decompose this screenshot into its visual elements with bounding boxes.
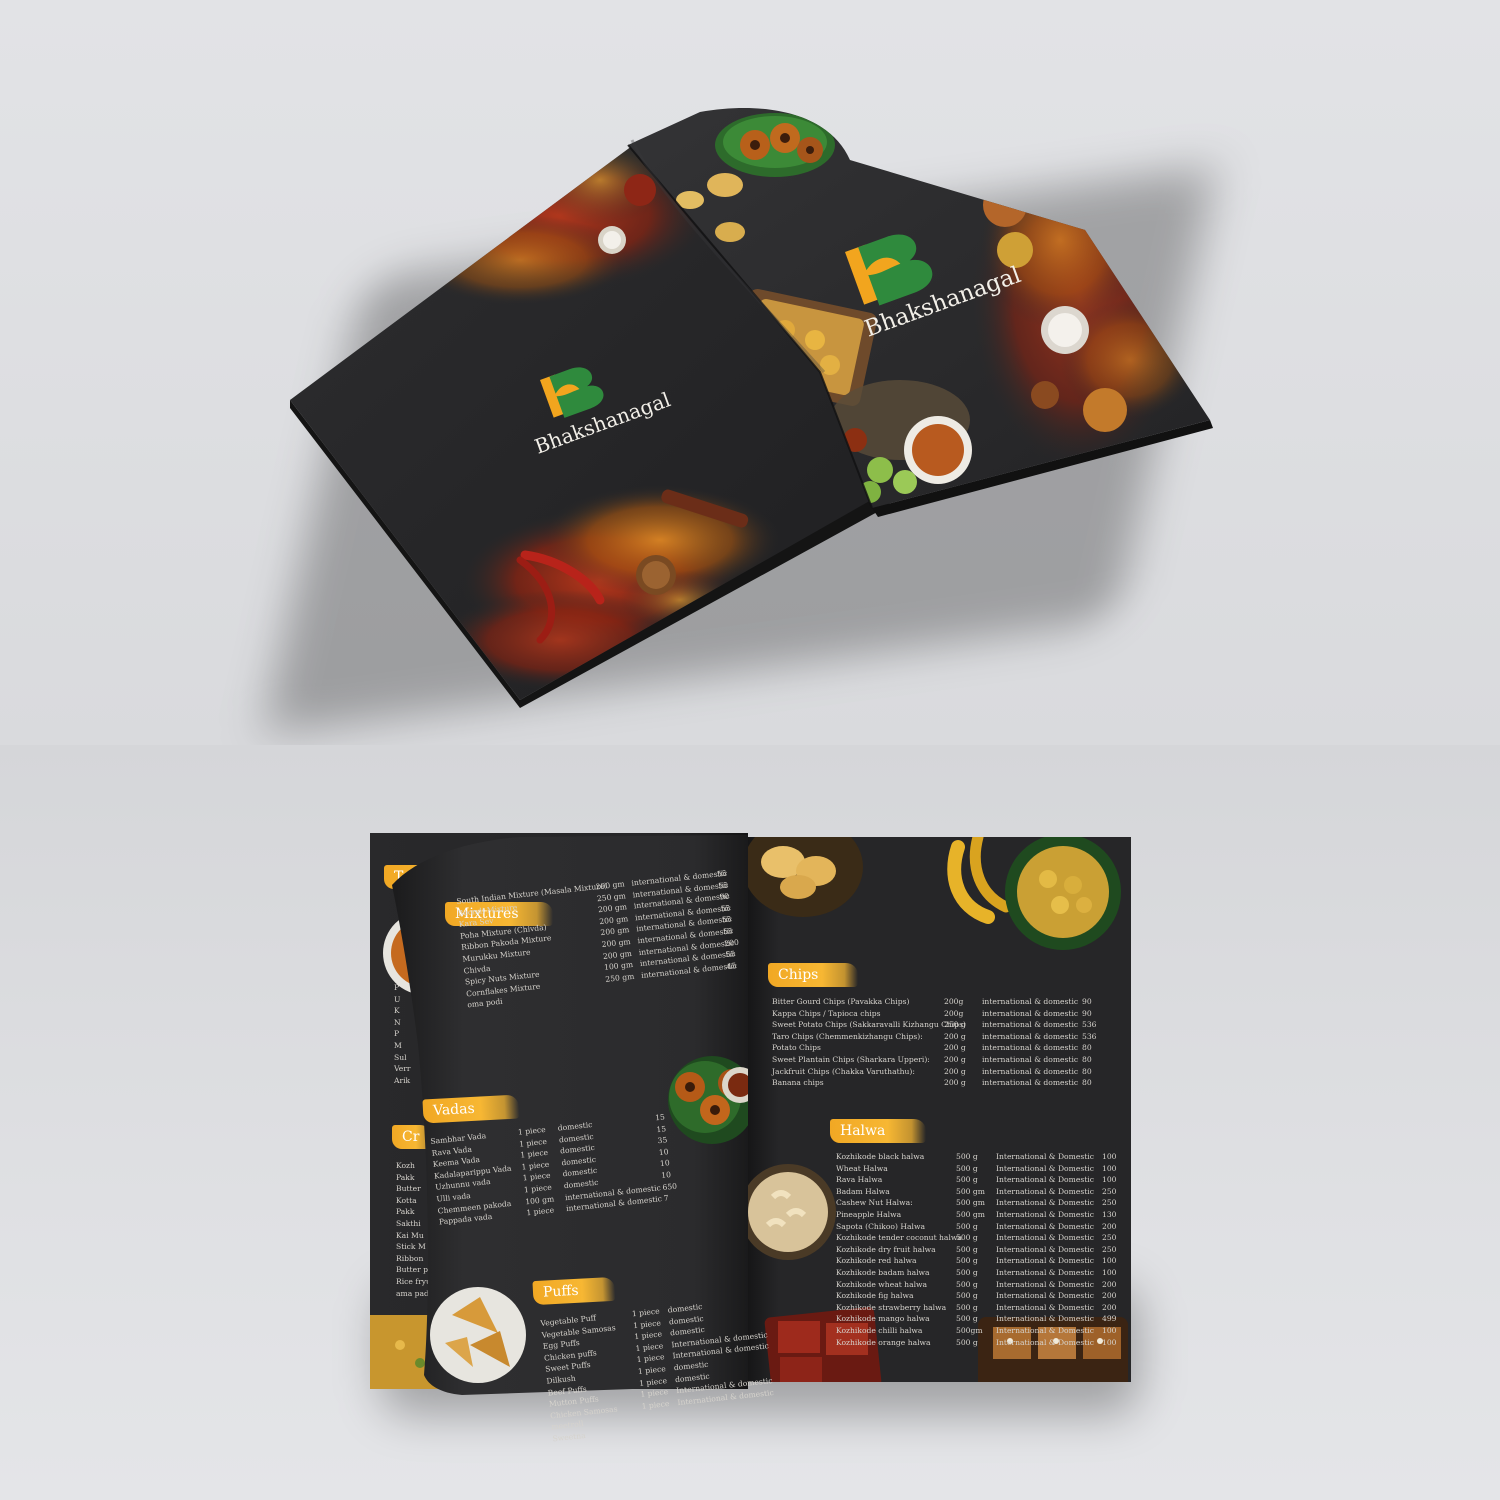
vadas-qty: 1 piece xyxy=(526,1205,555,1218)
mixtures-price: 55 xyxy=(721,914,732,925)
vadas-qty: 1 piece xyxy=(523,1182,553,1195)
open-menu-scene: Chips Bitter Gourd Chips (Pavakka Chips)… xyxy=(0,745,1500,1500)
vadas-qty: 1 piece xyxy=(518,1136,548,1149)
puffs-qty: 1 piece xyxy=(636,1352,665,1365)
mixtures-price: 200 xyxy=(723,937,740,948)
vadas-price: 15 xyxy=(654,1112,666,1123)
vadas-qty: 100 gm xyxy=(524,1193,555,1206)
puffs-name: Dilkush xyxy=(546,1373,577,1386)
vadas-price: 35 xyxy=(657,1135,668,1146)
puffs-qty: 1 piece xyxy=(638,1375,668,1388)
mixtures-price: 55 xyxy=(717,880,729,891)
puffs-qty: 1 piece xyxy=(641,1398,670,1411)
mixtures-qty: 200 gm xyxy=(602,948,633,961)
puffs-name: Sweetna xyxy=(552,1430,587,1444)
vadas-price: 7 xyxy=(663,1193,670,1204)
vadas-heading: Vadas xyxy=(422,1094,520,1124)
puffs-table: Vegetable Puff 1 piece domestic Vegetable S… xyxy=(540,1301,774,1446)
mixtures-name: Chivda xyxy=(463,963,491,976)
vadas-qty: 1 piece xyxy=(522,1171,551,1183)
cover-mockup-scene: Bhakshanagal Bhakshanagal xyxy=(0,0,1500,745)
vadas-price: 10 xyxy=(660,1170,672,1180)
puffs-qty: 1 piece xyxy=(632,1318,662,1330)
vadas-qty: 1 piece xyxy=(521,1159,550,1172)
mixtures-qty: 100 gm xyxy=(603,960,634,973)
puffs-qty: 1 piece xyxy=(635,1341,664,1353)
puffs-qty: 1 piece xyxy=(633,1329,663,1342)
mixtures-qty: 200 gm xyxy=(595,879,625,892)
mixtures-qty: 200 gm xyxy=(600,925,630,938)
vadas-price: 650 xyxy=(662,1181,678,1192)
mixtures-price: 55 xyxy=(722,926,734,937)
vadas-price: 15 xyxy=(655,1123,667,1134)
mixtures-qty: 200 gm xyxy=(601,936,632,949)
puffs-qty: 1 piece xyxy=(637,1364,667,1376)
mixtures-qty: 200 gm xyxy=(598,913,629,926)
puffs-name: meetroll xyxy=(550,1419,584,1432)
mixtures-price: 55 xyxy=(725,949,736,960)
mixtures-qty: 250 gm xyxy=(596,890,627,903)
vadas-price: 10 xyxy=(658,1146,669,1157)
puffs-qty: 1 piece xyxy=(631,1306,661,1319)
vadas-qty: 1 piece xyxy=(519,1147,549,1160)
puffs-qty: 1 piece xyxy=(639,1387,669,1400)
mixtures-price: 90 xyxy=(718,891,730,902)
cover-artwork xyxy=(290,108,1213,708)
mixtures-qty: 200 gm xyxy=(597,902,628,915)
vadas-price: 10 xyxy=(659,1158,671,1169)
mixtures-price: 55 xyxy=(716,868,728,879)
vadas-qty: 1 piece xyxy=(517,1124,547,1137)
mixtures-price: 55 xyxy=(720,903,731,914)
puffs-heading: Puffs xyxy=(532,1276,616,1306)
mixtures-price: 45 xyxy=(726,960,737,971)
mixtures-qty: 250 gm xyxy=(604,971,635,984)
